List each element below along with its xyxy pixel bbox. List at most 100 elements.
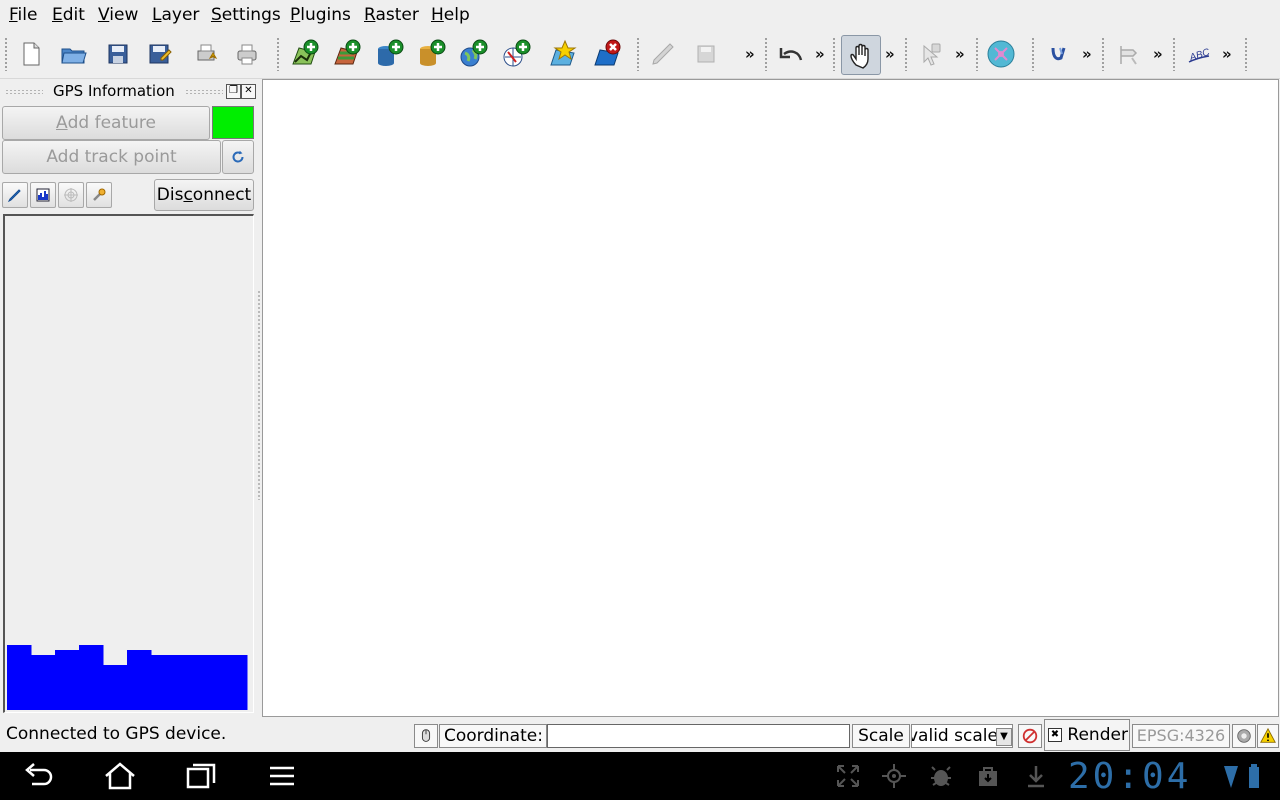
menu-edit[interactable]: Edit [52, 5, 85, 25]
print-composer-icon[interactable] [188, 36, 224, 72]
toolbar-more-button[interactable]: » [885, 45, 895, 63]
node-tool-icon[interactable] [1110, 36, 1146, 72]
signal-chart-icon [36, 188, 50, 202]
new-project-icon[interactable] [13, 36, 49, 72]
gps-icon[interactable] [983, 36, 1019, 72]
add-raster-layer-icon[interactable] [329, 36, 365, 72]
add-wms-layer-icon[interactable] [455, 36, 491, 72]
coordinate-label: Coordinate: [439, 724, 547, 748]
crs-button[interactable]: EPSG:4326 [1132, 724, 1230, 748]
scale-label: Scale [852, 724, 910, 748]
add-vector-layer-icon[interactable] [287, 36, 323, 72]
signal-bar [7, 645, 32, 710]
panel-splitter[interactable] [257, 290, 261, 500]
remove-layer-icon[interactable] [589, 36, 625, 72]
signal-bar [103, 665, 128, 710]
stop-render-icon [1022, 728, 1038, 744]
toolbar-more-button[interactable]: » [745, 45, 755, 63]
warning-icon [1260, 727, 1276, 743]
map-canvas[interactable] [262, 79, 1279, 717]
gps-fix-indicator [212, 106, 254, 139]
globe-settings-icon [1237, 729, 1251, 743]
pan-icon[interactable] [841, 35, 881, 75]
recent-apps-icon[interactable] [180, 760, 220, 792]
identify-icon[interactable] [912, 36, 948, 72]
signal-bar [127, 650, 152, 710]
panel-grip[interactable] [185, 89, 223, 95]
home-icon[interactable] [100, 760, 140, 792]
menu-layer[interactable]: Layer [152, 5, 199, 25]
back-icon[interactable] [20, 760, 60, 792]
render-checkbox[interactable]: ✖ [1048, 728, 1062, 742]
scale-combobox[interactable]: valid scale ▼ [911, 724, 1013, 748]
toolbar-handle[interactable] [4, 37, 8, 71]
new-layer-icon[interactable] [545, 36, 581, 72]
disconnect-button[interactable]: Dis c onnect [154, 179, 254, 211]
add-spatialite-layer-icon[interactable] [413, 36, 449, 72]
panel-grip[interactable] [5, 89, 43, 95]
wrench-icon [93, 188, 106, 201]
toolbar-more-button[interactable]: » [1153, 45, 1163, 63]
save-as-icon[interactable] [141, 36, 177, 72]
notification-bag-icon [979, 767, 997, 786]
system-clock: 20:04 [1068, 756, 1192, 797]
menu-view[interactable]: View [98, 5, 138, 25]
toolbar-more-button[interactable]: » [1222, 45, 1232, 63]
menu-raster[interactable]: Raster [364, 5, 419, 25]
toolbar-more-button[interactable]: » [955, 45, 965, 63]
add-track-point-button[interactable]: Add track point [2, 140, 221, 174]
render-label: Render [1067, 725, 1128, 745]
satellite-polar-icon [64, 188, 78, 202]
gps-signal-view [3, 214, 254, 713]
scale-value: valid scale [911, 726, 998, 746]
menu-settings[interactable]: Settings [211, 5, 281, 25]
battery-icon [1249, 764, 1259, 788]
tab-signal[interactable] [30, 182, 56, 208]
save-edits-icon[interactable] [688, 36, 724, 72]
signal-bar [151, 655, 176, 710]
messages-button[interactable] [1257, 724, 1279, 748]
signal-bar [223, 655, 248, 710]
add-postgis-layer-icon[interactable] [371, 36, 407, 72]
signal-strength-chart [7, 645, 248, 710]
mouse-icon [421, 729, 431, 742]
toggle-editing-icon[interactable] [645, 36, 681, 72]
signal-bar [55, 650, 80, 710]
menu-plugins[interactable]: Plugins [290, 5, 351, 25]
coordinate-input[interactable] [547, 724, 850, 748]
dropdown-arrow-icon[interactable]: ▼ [996, 728, 1012, 746]
status-message: Connected to GPS device. [6, 724, 227, 744]
tab-satellites[interactable] [58, 182, 84, 208]
abc-label-icon[interactable]: ABC [1181, 36, 1217, 72]
float-panel-icon[interactable]: ❐ [226, 84, 241, 99]
gps-status-icon [882, 764, 906, 788]
toggle-extents-button[interactable] [414, 724, 438, 748]
label-icon[interactable] [1040, 36, 1076, 72]
close-panel-icon[interactable]: ✕ [241, 84, 256, 99]
toolbar-more-button[interactable]: » [1082, 45, 1092, 63]
save-project-icon[interactable] [100, 36, 136, 72]
tab-options[interactable] [86, 182, 112, 208]
print-icon[interactable] [229, 36, 265, 72]
render-toggle[interactable]: ✖ Render [1044, 719, 1130, 751]
menu-file[interactable]: File [9, 5, 37, 25]
undo-icon[interactable] [773, 36, 809, 72]
panel-title: GPS Information [53, 82, 175, 100]
open-project-icon[interactable] [55, 36, 91, 72]
crs-settings-button[interactable] [1232, 724, 1256, 748]
usb-debug-icon [931, 766, 951, 786]
signal-bar [175, 655, 200, 710]
refresh-button[interactable] [222, 140, 254, 174]
add-wfs-layer-icon[interactable] [498, 36, 534, 72]
fullscreen-icon[interactable] [832, 760, 864, 792]
stop-render-button[interactable] [1018, 724, 1042, 748]
toolbar-more-button[interactable]: » [815, 45, 825, 63]
tab-position[interactable] [2, 182, 28, 208]
add-feature-button[interactable]: Add feature [2, 106, 210, 140]
menu-bar: File Edit View Layer Settings Plugins Ra… [0, 0, 1280, 31]
signal-bar [31, 655, 56, 710]
wifi-signal-icon [1224, 766, 1238, 788]
menu-help[interactable]: Help [431, 5, 470, 25]
menu-icon[interactable] [262, 760, 302, 792]
refresh-icon [232, 150, 244, 163]
